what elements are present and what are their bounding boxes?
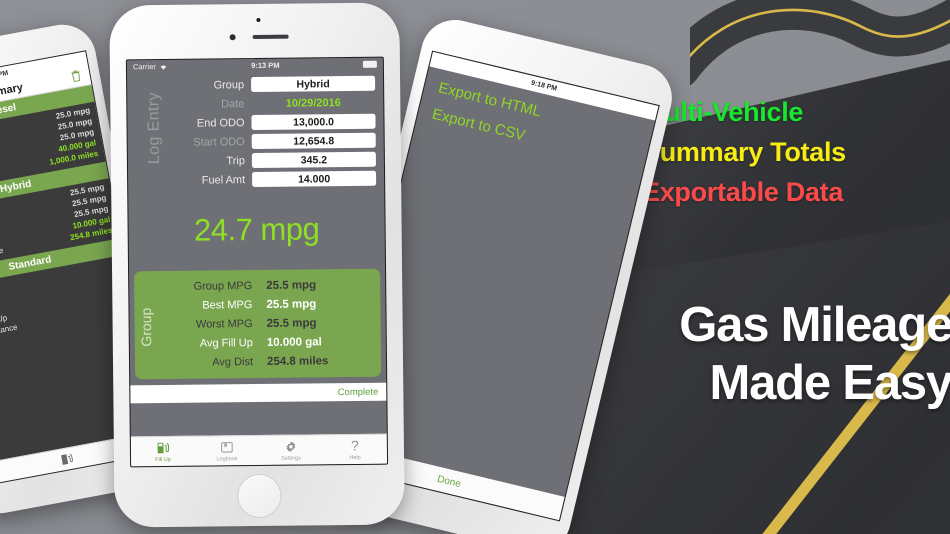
- field-group: Group Hybrid: [135, 75, 376, 94]
- screen: Carrier 9:13 PM Log Entry Group Hybrid D…: [125, 56, 389, 468]
- tab-label: Settings: [281, 455, 301, 462]
- log-entry-form: Log Entry Group Hybrid Date 10/29/2016 E…: [127, 71, 384, 197]
- field-label: Trip: [226, 154, 245, 167]
- field-label: Date: [220, 97, 245, 110]
- tab-fill-up[interactable]: Fill Up: [131, 440, 195, 463]
- tab-label: Help: [349, 454, 361, 461]
- tab-logbook[interactable]: Logbook: [195, 439, 259, 462]
- status-time: 9:13 PM: [251, 60, 280, 71]
- row-value: 25.5 mpg: [266, 278, 317, 292]
- proximity-sensor-icon: [256, 17, 261, 22]
- question-mark-icon: ?: [347, 438, 362, 453]
- start-odo-field[interactable]: 12,654.8: [251, 132, 376, 150]
- row-value: 25.5 mpg: [266, 297, 317, 311]
- tagline-exportable-data: Exportable Data: [642, 177, 844, 207]
- book-icon: [219, 440, 234, 455]
- home-button[interactable]: [237, 473, 282, 519]
- row-label: Average Distance: [0, 322, 19, 343]
- phone-body: Carrier 9:13 PM Log Entry Group Hybrid D…: [109, 2, 405, 528]
- phone-main-log-entry: Carrier 9:13 PM Log Entry Group Hybrid D…: [109, 2, 405, 528]
- tab-label: Fill Up: [155, 456, 171, 463]
- carrier-label: Carrier: [132, 62, 156, 72]
- tagline-summary-totals: Summary Totals: [642, 137, 846, 167]
- log-entry-section-label: Log Entry: [145, 91, 163, 165]
- summary-row-worst-mpg: Worst MPG 25.5 mpg: [135, 313, 381, 335]
- end-odo-field[interactable]: 13,000.0: [251, 113, 376, 131]
- summary-row-group-mpg: Group MPG 25.5 mpg: [134, 275, 380, 297]
- battery-icon: [362, 60, 377, 68]
- gas-pump-icon[interactable]: [59, 452, 74, 467]
- tagline-multi-vehicle: Multi-Vehicle: [642, 97, 804, 127]
- field-date: Date 10/29/2016: [135, 95, 375, 113]
- promo-screenshot: Multi-Vehicle Summary Totals Exportable …: [0, 0, 950, 534]
- summary-row-avg-fill-up: Avg Fill Up 10.000 gal: [135, 332, 381, 354]
- summary-row-avg-dist: Avg Dist 254.8 miles: [135, 351, 381, 373]
- row-label: Best MPG: [202, 298, 253, 312]
- complete-bar: Complete: [130, 382, 387, 404]
- tagline-block: Multi-Vehicle Summary Totals Exportable …: [642, 92, 942, 212]
- row-value: 25.5 mpg: [266, 316, 317, 330]
- group-section-label: Group: [137, 307, 155, 347]
- row-label: Group MPG: [193, 279, 253, 293]
- field-end-odo: End ODO 13,000.0: [135, 113, 376, 132]
- tab-help[interactable]: ? Help: [323, 438, 387, 461]
- summary-row-best-mpg: Best MPG 25.5 mpg: [134, 294, 380, 316]
- field-label: Group: [213, 78, 245, 91]
- field-label: End ODO: [196, 116, 245, 130]
- field-start-odo: Start ODO 12,654.8: [136, 132, 376, 151]
- row-label: Worst MPG: [195, 317, 253, 331]
- front-camera-icon: [229, 34, 236, 41]
- complete-button[interactable]: Complete: [338, 386, 379, 397]
- tab-bar: Fill Up Logbook Settings ? Help: [130, 433, 388, 467]
- wifi-icon: [160, 65, 167, 70]
- field-label: Fuel Amt: [201, 173, 246, 187]
- row-label: Avg Dist: [212, 355, 254, 368]
- group-field[interactable]: Hybrid: [251, 75, 376, 93]
- calculated-mpg-display: 24.7 mpg: [193, 211, 320, 248]
- headline-line-2: Made Easy: [709, 356, 950, 410]
- field-trip: Trip 345.2: [136, 151, 376, 170]
- group-summary-panel: Group Group MPG 25.5 mpg Best MPG 25.5 m…: [134, 268, 382, 380]
- date-field[interactable]: 10/29/2016: [251, 95, 375, 111]
- field-fuel-amt: Fuel Amt 14.000: [136, 170, 377, 189]
- tab-settings[interactable]: Settings: [259, 439, 323, 462]
- row-value: 10.000 gal: [266, 335, 322, 349]
- row-value: 254.8 miles: [266, 354, 329, 368]
- gear-icon: [283, 439, 298, 454]
- trash-icon[interactable]: [70, 69, 83, 84]
- gas-pump-icon: [155, 440, 170, 455]
- row-label: Avg Fill Up: [199, 336, 253, 350]
- fuel-amt-field[interactable]: 14.000: [252, 170, 377, 188]
- svg-text:?: ?: [351, 438, 359, 453]
- earpiece-speaker: [252, 34, 289, 40]
- field-label: Start ODO: [193, 135, 245, 149]
- trip-field[interactable]: 345.2: [251, 151, 376, 169]
- tab-label: Logbook: [216, 455, 238, 462]
